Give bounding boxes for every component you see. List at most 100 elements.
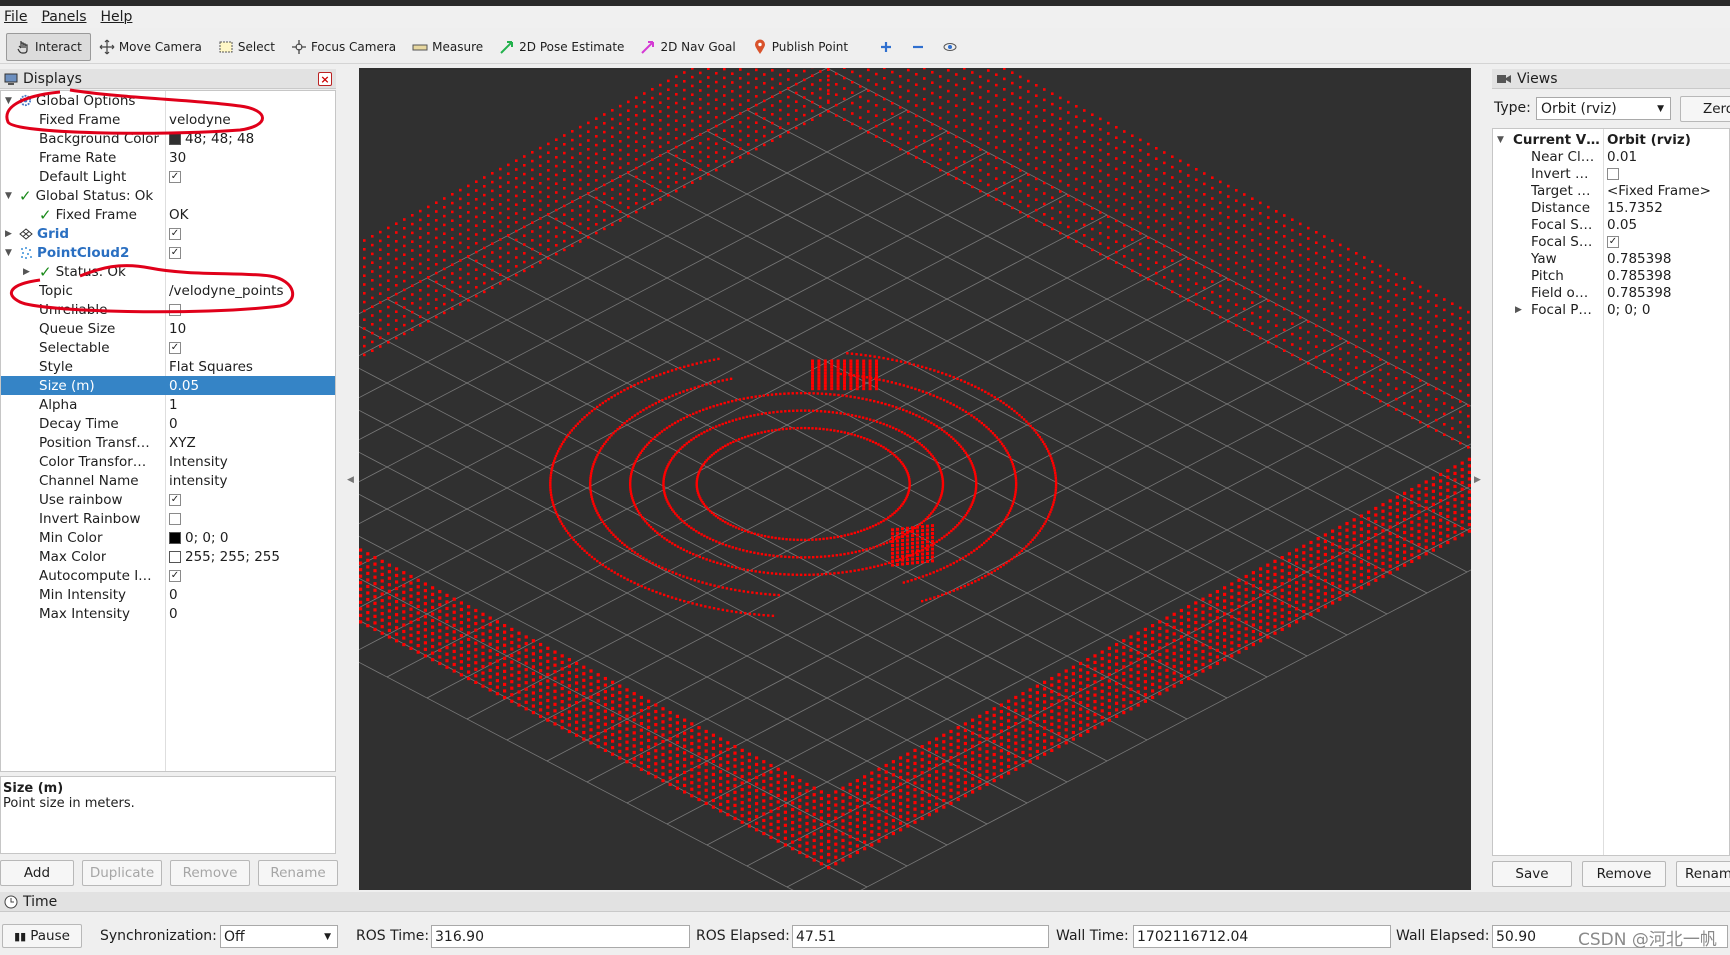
display-row-value[interactable]: Flat Squares (169, 359, 253, 375)
tool-2d-pose-estimate[interactable]: 2D Pose Estimate (491, 33, 632, 61)
display-row[interactable]: Topic/velodyne_points (1, 281, 335, 300)
zero-view-button[interactable]: Zero (1680, 96, 1730, 122)
tool-2d-nav-goal[interactable]: 2D Nav Goal (632, 33, 743, 61)
tool-interact[interactable]: Interact (6, 32, 91, 61)
color-swatch[interactable] (169, 531, 181, 544)
view-row[interactable]: Focal S… 0.05 (1493, 216, 1729, 233)
display-row-value[interactable]: 0 (169, 587, 178, 603)
chevron-down-icon[interactable]: ▼ (5, 191, 12, 201)
remove-tool-button[interactable] (902, 33, 934, 61)
chevron-right-icon[interactable]: ▶ (1515, 305, 1522, 315)
rename-view-button[interactable]: Rename (1676, 861, 1730, 887)
color-swatch[interactable] (169, 132, 181, 145)
checkbox-checked[interactable]: ✓ (169, 170, 181, 183)
view-row[interactable]: Pitch 0.785398 (1493, 267, 1729, 284)
display-row-value[interactable]: OK (169, 207, 188, 223)
display-row[interactable]: Use rainbow ✓ (1, 490, 335, 509)
wall-time-field[interactable]: 1702116712.04 (1133, 925, 1391, 948)
display-row[interactable]: ✓ Fixed Frame OK (1, 205, 335, 224)
tool-publish-point[interactable]: Publish Point (744, 33, 856, 61)
checkbox-checked[interactable]: ✓ (1607, 235, 1619, 248)
display-row-value[interactable]: 30 (169, 150, 186, 166)
display-row-value[interactable]: 0 (169, 416, 178, 432)
save-view-button[interactable]: Save (1492, 861, 1572, 887)
display-row-value[interactable]: 10 (169, 321, 186, 337)
display-row[interactable]: Default Light ✓ (1, 167, 335, 186)
display-row[interactable]: Decay Time 0 (1, 414, 335, 433)
checkbox-unchecked[interactable] (169, 512, 181, 525)
tool-visibility-button[interactable] (934, 33, 966, 61)
checkbox-checked[interactable]: ✓ (169, 246, 181, 259)
tool-focus-camera[interactable]: Focus Camera (283, 33, 404, 61)
chevron-down-icon[interactable]: ▼ (5, 248, 12, 258)
checkbox-unchecked[interactable] (169, 303, 181, 316)
tool-measure[interactable]: Measure (404, 33, 491, 61)
duplicate-display-button[interactable]: Duplicate (82, 860, 162, 886)
menu-file[interactable]: File (4, 9, 27, 25)
display-row[interactable]: Autocompute I… ✓ (1, 566, 335, 585)
tool-select[interactable]: Select (210, 33, 283, 61)
checkbox-checked[interactable]: ✓ (169, 493, 181, 506)
remove-display-button[interactable]: Remove (170, 860, 250, 886)
checkbox-checked[interactable]: ✓ (169, 227, 181, 240)
display-row-value[interactable]: Intensity (169, 454, 228, 470)
view-row[interactable]: Field o… 0.785398 (1493, 284, 1729, 301)
checkbox-checked[interactable]: ✓ (169, 569, 181, 582)
display-row[interactable]: ▼ ✓ Global Status: Ok (1, 186, 335, 205)
display-row[interactable]: Fixed Frame velodyne (1, 110, 335, 129)
display-row[interactable]: Color Transfor… Intensity (1, 452, 335, 471)
chevron-down-icon[interactable]: ▼ (1497, 135, 1504, 145)
display-row[interactable]: ▼ Global Options (1, 91, 335, 110)
display-row[interactable]: Size (m) 0.05 (1, 376, 335, 395)
chevron-right-icon[interactable]: ▶ (5, 229, 12, 239)
right-splitter-handle[interactable]: ▶ (1474, 475, 1481, 485)
display-row[interactable]: ▶ ✓ Status: Ok (1, 262, 335, 281)
checkbox-checked[interactable]: ✓ (169, 341, 181, 354)
display-row-value[interactable]: XYZ (169, 435, 196, 451)
display-row[interactable]: Max Intensity 0 (1, 604, 335, 623)
sync-select[interactable]: Off ▼ (220, 925, 338, 948)
ros-time-field[interactable]: 316.90 (431, 925, 690, 948)
display-row[interactable]: Channel Name intensity (1, 471, 335, 490)
add-tool-button[interactable] (870, 33, 902, 61)
display-row-value[interactable]: intensity (169, 473, 228, 489)
view-row[interactable]: Focal S… ✓ (1493, 233, 1729, 250)
display-row[interactable]: Min Color 0; 0; 0 (1, 528, 335, 547)
display-row-value[interactable]: velodyne (169, 112, 231, 128)
view-row[interactable]: ▶ Focal P… 0; 0; 0 (1493, 301, 1729, 318)
chevron-down-icon[interactable]: ▼ (5, 96, 12, 106)
view-row[interactable]: Distance 15.7352 (1493, 199, 1729, 216)
display-row[interactable]: Position Transf… XYZ (1, 433, 335, 452)
color-swatch[interactable] (169, 550, 181, 563)
close-panel-icon[interactable]: × (318, 72, 332, 86)
view-row[interactable]: Invert … (1493, 165, 1729, 182)
display-row[interactable]: Background Color 48; 48; 48 (1, 129, 335, 148)
display-row-value[interactable]: 1 (169, 397, 178, 413)
display-row[interactable]: Max Color 255; 255; 255 (1, 547, 335, 566)
view-row[interactable]: Yaw 0.785398 (1493, 250, 1729, 267)
remove-view-button[interactable]: Remove (1582, 861, 1666, 887)
display-row[interactable]: Style Flat Squares (1, 357, 335, 376)
display-row-value[interactable]: 0.05 (169, 378, 199, 394)
add-display-button[interactable]: Add (0, 860, 74, 886)
render-viewport[interactable] (26, 0, 1628, 909)
display-row[interactable]: Unreliable (1, 300, 335, 319)
checkbox-unchecked[interactable] (1607, 167, 1619, 180)
rename-display-button[interactable]: Rename (258, 860, 338, 886)
display-row[interactable]: Queue Size 10 (1, 319, 335, 338)
display-row[interactable]: Frame Rate 30 (1, 148, 335, 167)
display-row-value[interactable]: /velodyne_points (169, 283, 284, 299)
left-splitter-handle[interactable]: ◀ (347, 475, 354, 485)
view-row[interactable]: Near Cl… 0.01 (1493, 148, 1729, 165)
display-row[interactable]: Selectable ✓ (1, 338, 335, 357)
display-row[interactable]: Alpha 1 (1, 395, 335, 414)
ros-elapsed-field[interactable]: 47.51 (792, 925, 1049, 948)
display-row[interactable]: ▶ Grid ✓ (1, 224, 335, 243)
display-row-value[interactable]: 0 (169, 606, 178, 622)
display-row[interactable]: Min Intensity 0 (1, 585, 335, 604)
tool-move-camera[interactable]: Move Camera (91, 33, 210, 61)
chevron-right-icon[interactable]: ▶ (23, 267, 30, 277)
view-type-select[interactable]: Orbit (rviz) ▼ (1536, 97, 1671, 120)
view-row[interactable]: Target … <Fixed Frame> (1493, 182, 1729, 199)
view-row[interactable]: ▼ Current V… Orbit (rviz) (1493, 131, 1729, 148)
